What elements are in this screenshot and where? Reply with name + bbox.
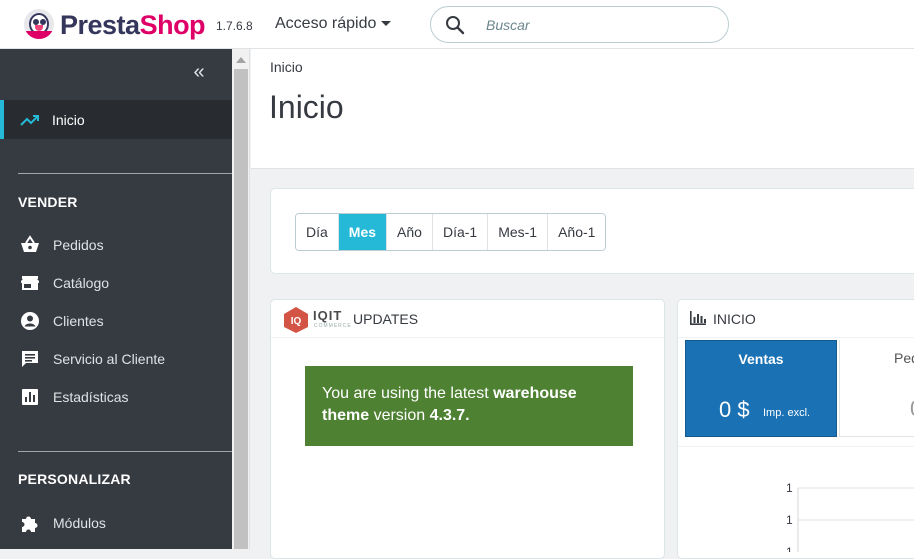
kpi-ventas-tile[interactable]: Ventas 0 $ Imp. excl. xyxy=(685,340,837,437)
filter-ano-1-button[interactable]: Año-1 xyxy=(548,214,606,250)
sidebar-item-catalogo[interactable]: Catálogo xyxy=(0,264,232,302)
iqit-updates-panel: IQ IQIT COMMERCE UPDATES You are using t… xyxy=(270,299,665,559)
dashboard-stats-panel: INICIO Ventas 0 $ Imp. excl. Ped 0 1 1 1 xyxy=(677,299,914,559)
sidebar-item-estadisticas[interactable]: Estadísticas xyxy=(0,378,232,416)
section-title-vender: VENDER xyxy=(18,194,78,210)
filter-mes-button[interactable]: Mes xyxy=(338,214,388,250)
iqit-logo-icon: IQ xyxy=(284,307,308,333)
sidebar: « Inicio VENDER Pedidos Catálogo Cliente… xyxy=(0,49,232,549)
sidebar-item-label: Pedidos xyxy=(53,237,104,253)
iqit-brand-sub: COMMERCE xyxy=(314,323,352,329)
filter-mes-1-button[interactable]: Mes-1 xyxy=(488,214,549,250)
theme-version-alert: You are using the latest warehouse theme… xyxy=(305,366,633,446)
bar-chart-icon xyxy=(22,389,38,405)
sidebar-item-label: Catálogo xyxy=(53,275,110,291)
puzzle-icon xyxy=(22,516,38,532)
panel-title: UPDATES xyxy=(353,311,419,327)
dashboard-chart: 1 1 1 xyxy=(786,481,914,552)
kpi-title: Ped xyxy=(894,350,914,366)
kpi-pedidos-tile[interactable]: Ped 0 xyxy=(839,340,914,437)
top-header: PrestaShop 1.7.6.8 Acceso rápido xyxy=(0,0,914,49)
page-header: Inicio Inicio xyxy=(251,49,914,169)
sidebar-item-label: Estadísticas xyxy=(53,389,129,405)
panel-title: INICIO xyxy=(713,311,756,327)
date-filter-card: Día Mes Año Día-1 Mes-1 Año-1 xyxy=(270,188,914,274)
chat-icon xyxy=(22,351,38,367)
quick-access-label: Acceso rápido xyxy=(275,15,377,32)
kpi-unit: Imp. excl. xyxy=(763,407,811,419)
store-icon xyxy=(21,276,39,290)
sidebar-item-modulos[interactable]: Módulos xyxy=(0,504,232,542)
alert-text: version xyxy=(369,407,430,424)
sidebar-item-clientes[interactable]: Clientes xyxy=(0,302,232,340)
prestashop-logo-text[interactable]: PrestaShop xyxy=(60,10,206,41)
search-input[interactable] xyxy=(486,15,716,35)
collapse-sidebar-icon[interactable]: « xyxy=(188,62,210,82)
kpi-value: 0 xyxy=(910,396,914,422)
chart-y-tick: 1 xyxy=(786,513,793,527)
filter-ano-button[interactable]: Año xyxy=(387,214,433,250)
sidebar-divider xyxy=(18,451,232,452)
sidebar-item-label: Clientes xyxy=(53,313,104,329)
page-title: Inicio xyxy=(269,89,344,125)
scrollbar-thumb[interactable] xyxy=(234,69,248,549)
svg-text:IQ: IQ xyxy=(291,316,302,327)
panel-heading: INICIO xyxy=(678,300,914,338)
sidebar-item-inicio[interactable]: Inicio xyxy=(0,100,232,139)
version-label: 1.7.6.8 xyxy=(216,19,253,33)
alert-version: 4.3.7. xyxy=(429,407,470,424)
panel-divider xyxy=(678,446,914,447)
alert-text: You are using the latest xyxy=(322,385,494,402)
section-title-personalizar: PERSONALIZAR xyxy=(18,471,131,487)
bar-chart-icon xyxy=(690,311,706,325)
chart-y-tick: 1 xyxy=(786,481,793,495)
iqit-brand: IQIT xyxy=(313,308,343,323)
basket-icon xyxy=(21,235,39,252)
sidebar-item-servicio-cliente[interactable]: Servicio al Cliente xyxy=(0,340,232,378)
sidebar-item-label: Módulos xyxy=(53,515,106,531)
trending-up-icon xyxy=(20,114,39,126)
filter-dia-1-button[interactable]: Día-1 xyxy=(432,214,489,250)
sidebar-item-label: Inicio xyxy=(52,111,85,128)
sidebar-item-label: Servicio al Cliente xyxy=(53,351,166,367)
kpi-value: 0 $ xyxy=(719,397,750,422)
search-icon[interactable] xyxy=(445,15,465,35)
search-box[interactable] xyxy=(430,6,729,43)
prestashop-logo-icon[interactable] xyxy=(24,9,54,39)
kpi-title: Ventas xyxy=(738,351,784,367)
date-filter-group: Día Mes Año Día-1 Mes-1 Año-1 xyxy=(295,213,607,251)
sidebar-scrollbar[interactable] xyxy=(232,49,250,549)
panel-heading: IQ IQIT COMMERCE UPDATES xyxy=(271,300,664,338)
scroll-up-arrow-icon[interactable] xyxy=(236,57,246,63)
quick-access-dropdown[interactable]: Acceso rápido xyxy=(275,15,392,33)
sidebar-item-pedidos[interactable]: Pedidos xyxy=(0,226,232,264)
caret-down-icon xyxy=(381,21,392,27)
filter-dia-button[interactable]: Día xyxy=(296,214,339,250)
breadcrumb[interactable]: Inicio xyxy=(270,59,303,75)
sidebar-divider xyxy=(18,173,232,174)
person-icon xyxy=(21,312,39,330)
